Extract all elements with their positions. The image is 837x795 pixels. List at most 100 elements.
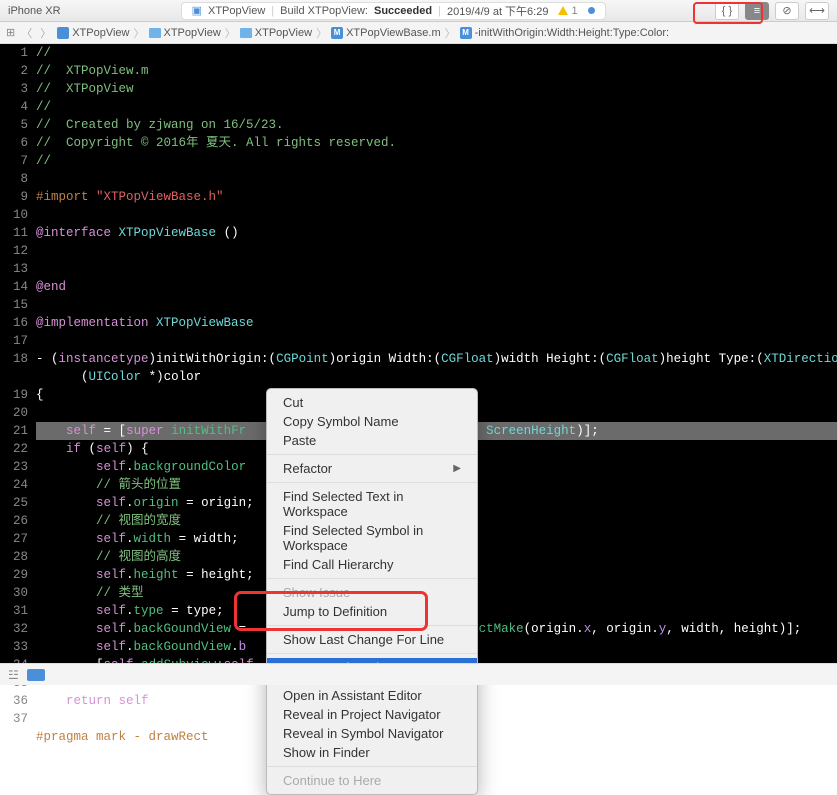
breadcrumb-item[interactable]: XTPopView bbox=[240, 27, 312, 39]
line-number: 7 bbox=[0, 152, 28, 170]
menu-item-label: Copy Symbol Name bbox=[283, 414, 399, 429]
menu-item-continue-to-here: Continue to Here bbox=[267, 771, 477, 790]
menu-item-show-issue: Show Issue bbox=[267, 583, 477, 602]
menu-item-label: Find Call Hierarchy bbox=[283, 557, 394, 572]
menu-item-show-last-change-for-line[interactable]: Show Last Change For Line bbox=[267, 630, 477, 649]
code-line[interactable]: // Created by zjwang on 16/5/23. bbox=[36, 116, 837, 134]
code-line[interactable] bbox=[36, 242, 837, 260]
code-line[interactable]: // XTPopView bbox=[36, 80, 837, 98]
build-timestamp: 2019/4/9 at 下午6:29 bbox=[447, 3, 549, 19]
line-number: 15 bbox=[0, 296, 28, 314]
chevron-right-icon: 〉 bbox=[314, 25, 329, 41]
line-number: 19 bbox=[0, 386, 28, 404]
chevron-right-icon: 〉 bbox=[132, 25, 147, 41]
menu-item-label: Find Selected Symbol in Workspace bbox=[283, 523, 461, 553]
breadcrumb-label: XTPopView bbox=[255, 27, 312, 39]
breadcrumb: XTPopView〉XTPopView〉XTPopView〉MXTPopView… bbox=[57, 25, 669, 41]
line-number: 12 bbox=[0, 242, 28, 260]
line-number bbox=[0, 368, 28, 386]
line-number: 4 bbox=[0, 98, 28, 116]
project-icon: ▣ bbox=[192, 4, 202, 17]
menu-item-open-in-assistant-editor[interactable]: Open in Assistant Editor bbox=[267, 686, 477, 705]
menu-separator bbox=[267, 578, 477, 579]
breakpoint-indicator[interactable] bbox=[27, 669, 45, 681]
device-selector[interactable]: iPhone XR bbox=[8, 5, 61, 17]
proj-icon bbox=[57, 27, 69, 39]
related-items-icon[interactable]: ⊞ bbox=[6, 26, 15, 39]
breadcrumb-item[interactable]: M-initWithOrigin:Width:Height:Type:Color… bbox=[460, 27, 669, 39]
menu-item-jump-to-definition[interactable]: Jump to Definition bbox=[267, 602, 477, 621]
breadcrumb-item[interactable]: MXTPopViewBase.m bbox=[331, 27, 441, 39]
menu-separator bbox=[267, 653, 477, 654]
line-number: 30 bbox=[0, 584, 28, 602]
top-toolbar: iPhone XR ▣ XTPopView | Build XTPopView:… bbox=[0, 0, 837, 22]
code-line[interactable] bbox=[36, 296, 837, 314]
menu-item-find-selected-symbol-in-workspace[interactable]: Find Selected Symbol in Workspace bbox=[267, 521, 477, 555]
line-gutter: 1234567891011121314151617181920212223242… bbox=[0, 44, 36, 684]
line-number: 10 bbox=[0, 206, 28, 224]
code-line[interactable]: // Copyright © 2016年 夏天. All rights rese… bbox=[36, 134, 837, 152]
line-number: 13 bbox=[0, 260, 28, 278]
code-line[interactable]: @interface XTPopViewBase () bbox=[36, 224, 837, 242]
line-number: 23 bbox=[0, 458, 28, 476]
m-icon: M bbox=[331, 27, 343, 39]
menu-item-copy-symbol-name[interactable]: Copy Symbol Name bbox=[267, 412, 477, 431]
menu-item-label: Find Selected Text in Workspace bbox=[283, 489, 461, 519]
code-line[interactable] bbox=[36, 170, 837, 188]
line-number: 29 bbox=[0, 566, 28, 584]
line-number: 18 bbox=[0, 350, 28, 368]
menu-item-label: Show Last Change For Line bbox=[283, 632, 444, 647]
menu-item-label: Show Issue bbox=[283, 585, 350, 600]
line-number: 17 bbox=[0, 332, 28, 350]
menu-item-label: Reveal in Symbol Navigator bbox=[283, 726, 443, 741]
menu-item-find-selected-text-in-workspace[interactable]: Find Selected Text in Workspace bbox=[267, 487, 477, 521]
menu-separator bbox=[267, 625, 477, 626]
code-line[interactable]: // bbox=[36, 44, 837, 62]
code-line[interactable]: // bbox=[36, 152, 837, 170]
menu-item-refactor[interactable]: Refactor▶ bbox=[267, 459, 477, 478]
menu-item-paste[interactable]: Paste bbox=[267, 431, 477, 450]
code-line[interactable]: @implementation XTPopViewBase bbox=[36, 314, 837, 332]
code-line[interactable]: // bbox=[36, 98, 837, 116]
menu-item-label: Reveal in Project Navigator bbox=[283, 707, 441, 722]
code-line[interactable] bbox=[36, 332, 837, 350]
menu-item-find-call-hierarchy[interactable]: Find Call Hierarchy bbox=[267, 555, 477, 574]
line-number: 1 bbox=[0, 44, 28, 62]
menu-item-show-in-finder[interactable]: Show in Finder bbox=[267, 743, 477, 762]
breadcrumb-item[interactable]: XTPopView bbox=[57, 27, 129, 39]
line-number: 36 bbox=[0, 692, 28, 710]
code-line[interactable]: (UIColor *)color bbox=[36, 368, 837, 386]
code-line[interactable]: - (instancetype)initWithOrigin:(CGPoint)… bbox=[36, 350, 837, 368]
menu-item-label: Refactor bbox=[283, 461, 332, 476]
line-number: 22 bbox=[0, 440, 28, 458]
breadcrumb-item[interactable]: XTPopView bbox=[149, 27, 221, 39]
library-button[interactable]: ⟷ bbox=[805, 2, 829, 20]
build-status-bar[interactable]: ▣ XTPopView | Build XTPopView: Succeeded… bbox=[181, 2, 606, 20]
standard-editor-button[interactable]: { } bbox=[715, 2, 739, 20]
code-line[interactable]: // XTPopView.m bbox=[36, 62, 837, 80]
chevron-right-icon: 〉 bbox=[223, 25, 238, 41]
line-number: 3 bbox=[0, 80, 28, 98]
menu-item-label: Cut bbox=[283, 395, 303, 410]
breadcrumb-label: -initWithOrigin:Width:Height:Type:Color: bbox=[475, 27, 669, 39]
context-menu: Cut Copy Symbol Name Paste Refactor▶ Find Se… bbox=[266, 388, 478, 795]
code-line[interactable]: #import "XTPopViewBase.h" bbox=[36, 188, 837, 206]
warning-badge[interactable]: 1 bbox=[558, 5, 577, 17]
version-editor-button[interactable]: ⊘ bbox=[775, 2, 799, 20]
assistant-editor-button[interactable]: ≡ bbox=[745, 2, 769, 20]
line-number: 11 bbox=[0, 224, 28, 242]
line-number bbox=[0, 728, 28, 746]
code-line[interactable]: @end bbox=[36, 278, 837, 296]
menu-item-label: Continue to Here bbox=[283, 773, 381, 788]
breadcrumb-label: XTPopViewBase.m bbox=[346, 27, 441, 39]
menu-separator bbox=[267, 482, 477, 483]
nav-forward-button[interactable]: 〉 bbox=[38, 25, 53, 41]
code-line[interactable] bbox=[36, 260, 837, 278]
line-number: 37 bbox=[0, 710, 28, 728]
nav-back-button[interactable]: 〈 bbox=[19, 25, 34, 41]
filter-icon[interactable]: ☳ bbox=[8, 668, 19, 682]
code-line[interactable] bbox=[36, 206, 837, 224]
line-number: 5 bbox=[0, 116, 28, 134]
menu-item-reveal-in-project-navigator[interactable]: Reveal in Project Navigator bbox=[267, 705, 477, 724]
menu-item-cut[interactable]: Cut bbox=[267, 393, 477, 412]
